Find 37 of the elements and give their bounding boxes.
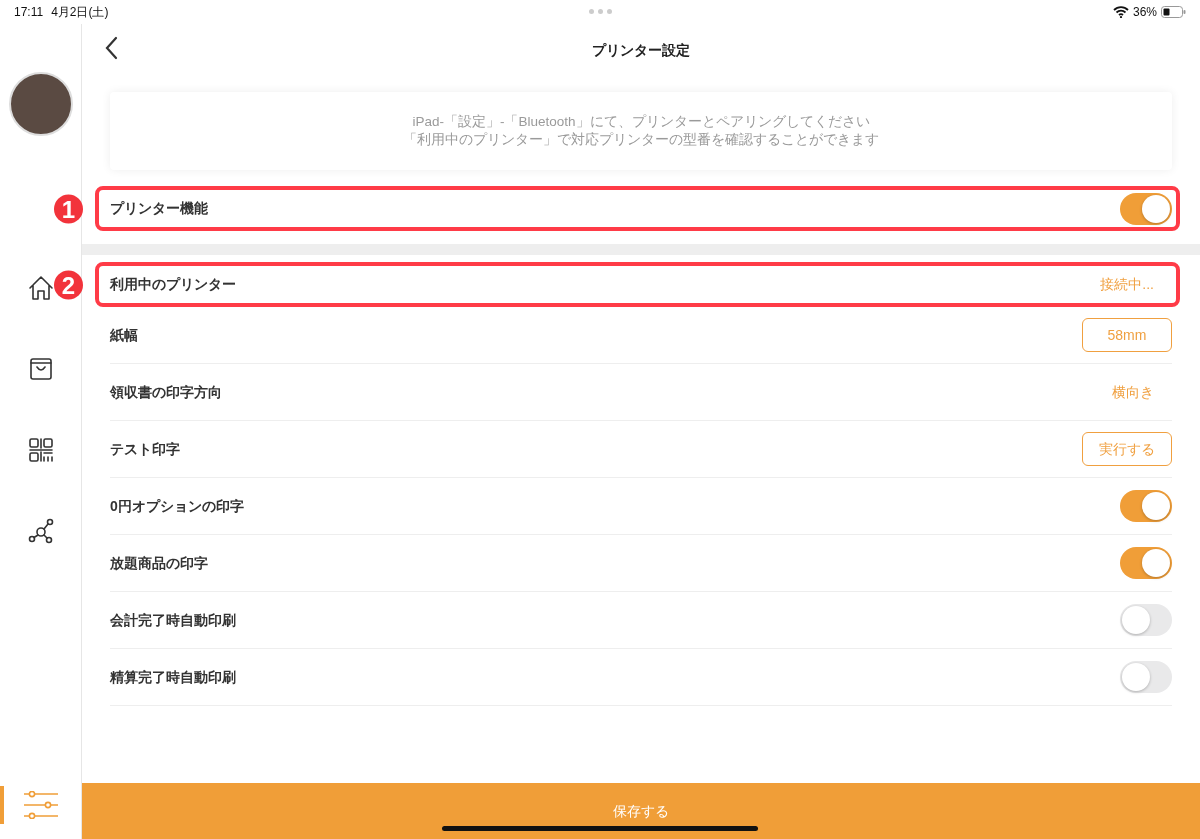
home-icon bbox=[27, 275, 54, 301]
info-text: 「利用中のプリンター」で対応プリンターの型番を確認することができます bbox=[403, 131, 879, 149]
battery-percent: 36% bbox=[1132, 4, 1157, 21]
multitask-dots-icon[interactable] bbox=[589, 9, 612, 14]
setting-label: 利用中のプリンター bbox=[110, 275, 236, 294]
toggle-switch[interactable] bbox=[1120, 604, 1172, 636]
setting-label: 精算完了時自動印刷 bbox=[110, 667, 236, 687]
page-title: プリンター設定 bbox=[592, 42, 690, 58]
network-nodes-icon bbox=[27, 518, 54, 544]
active-indicator bbox=[0, 786, 4, 824]
setting-value: 接続中... bbox=[1100, 275, 1154, 294]
option-button[interactable]: 58mm bbox=[1082, 318, 1172, 352]
step-number-badge: 2 bbox=[54, 270, 83, 299]
setting-label: 0円オプションの印字 bbox=[110, 496, 244, 516]
status-date: 4月2日(土) bbox=[51, 4, 109, 21]
setting-label: テスト印字 bbox=[110, 439, 180, 459]
sliders-icon bbox=[23, 791, 59, 819]
qr-code-icon bbox=[28, 438, 53, 462]
option-button[interactable]: 実行する bbox=[1082, 432, 1172, 466]
setting-label: 紙幅 bbox=[110, 325, 138, 345]
toggle-switch[interactable] bbox=[1120, 661, 1172, 693]
toggle-switch[interactable] bbox=[1120, 192, 1172, 225]
step-number-badge: 1 bbox=[54, 194, 83, 223]
setting-label: 会計完了時自動印刷 bbox=[110, 610, 236, 630]
toggle-switch[interactable] bbox=[1120, 547, 1172, 579]
setting-value: 横向き bbox=[1112, 382, 1154, 402]
status-time: 17:11 bbox=[14, 4, 44, 21]
back-button[interactable] bbox=[104, 36, 118, 60]
save-button[interactable]: 保存する bbox=[82, 783, 1200, 839]
shopping-bag-icon bbox=[28, 357, 53, 381]
setting-label: 領収書の印字方向 bbox=[110, 382, 222, 402]
battery-icon bbox=[1161, 6, 1186, 18]
setting-label: プリンター機能 bbox=[110, 199, 208, 218]
info-text: iPad-「設定」-「Bluetooth」にて、プリンターとペアリングしてください bbox=[412, 113, 870, 131]
wifi-icon bbox=[1112, 6, 1129, 18]
setting-label: 放題商品の印字 bbox=[110, 553, 208, 573]
toggle-switch[interactable] bbox=[1120, 490, 1172, 522]
